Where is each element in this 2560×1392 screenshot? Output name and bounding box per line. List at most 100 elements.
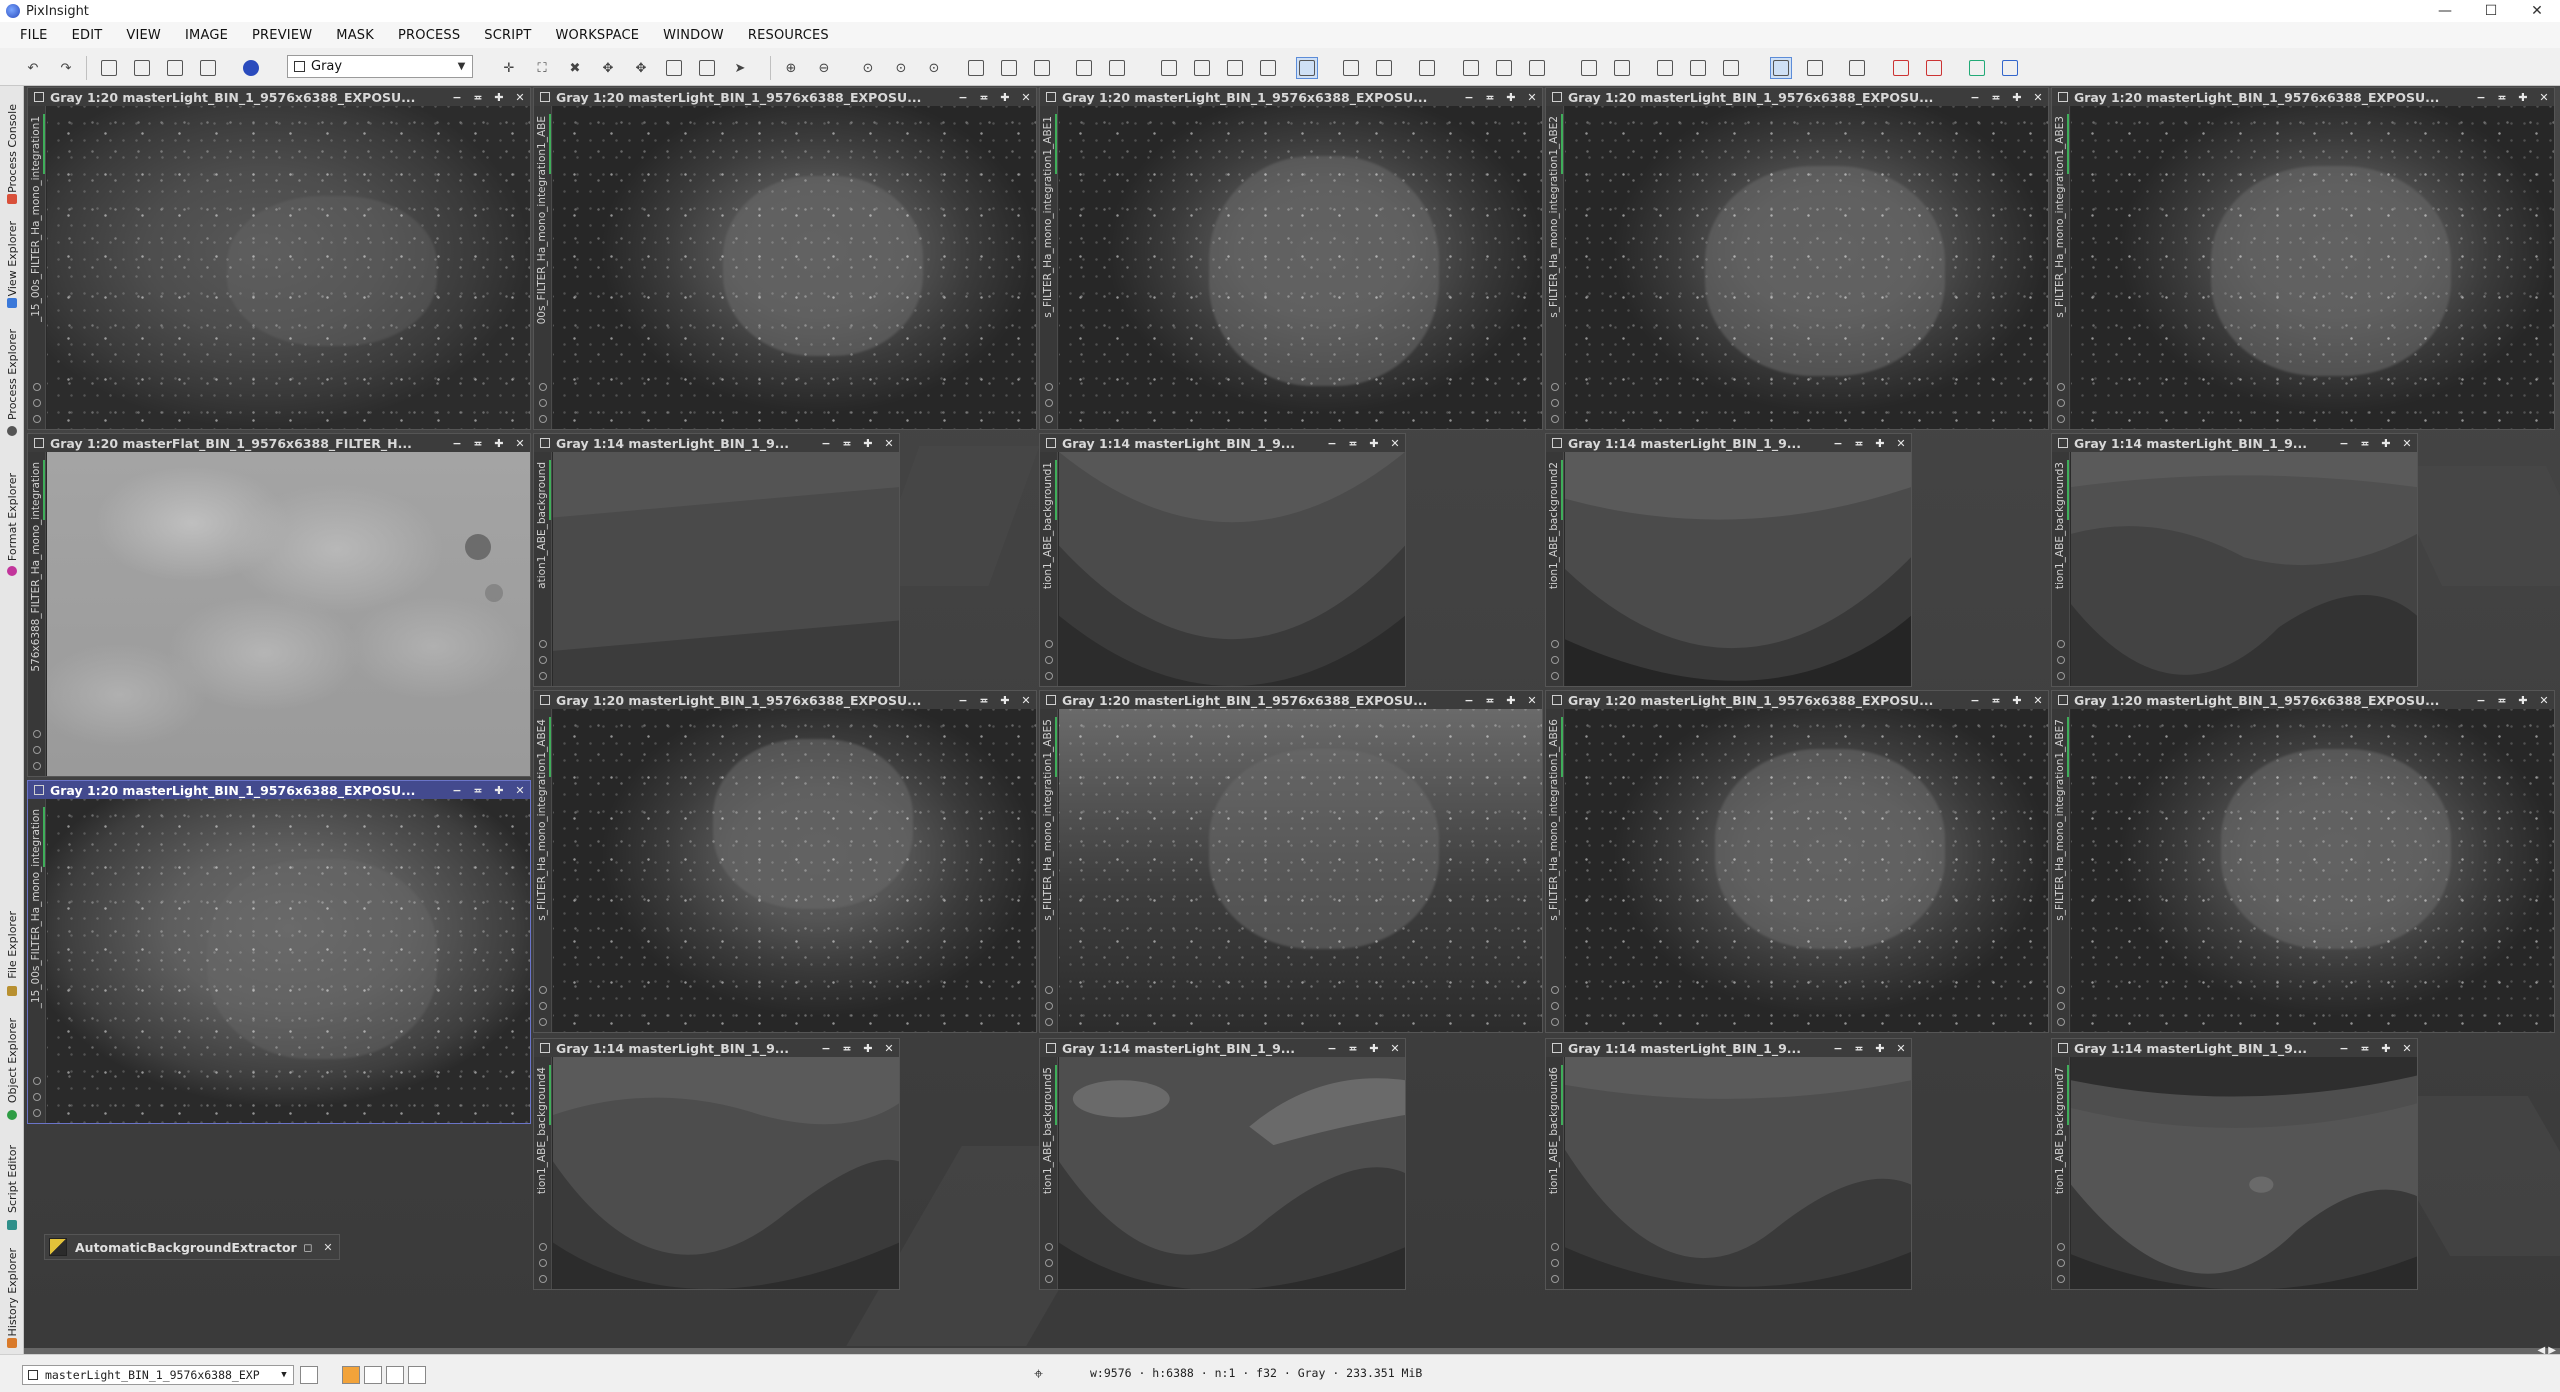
close-icon[interactable]: ✕ — [2032, 694, 2044, 707]
link-icon[interactable] — [1551, 1002, 1559, 1010]
shade-icon[interactable]: ≖ — [841, 437, 853, 450]
window-title-bar[interactable]: Gray 1:20 masterLight_BIN_1_9576x6388_EX… — [28, 88, 530, 106]
link-icon[interactable] — [1551, 399, 1559, 407]
mask-enable-icon[interactable] — [1158, 57, 1180, 79]
shade-icon[interactable]: ≖ — [1484, 694, 1496, 707]
minimize-icon[interactable]: − — [1326, 1042, 1338, 1055]
settings-icon[interactable] — [539, 415, 547, 423]
view-id-strip[interactable]: s_FILTER_Ha_mono_integration1_ABE5 — [1040, 709, 1058, 1032]
image-window[interactable]: Gray 1:20 masterLight_BIN_1_9576x6388_EX… — [1545, 690, 2049, 1033]
maximize-icon[interactable]: ✚ — [2011, 91, 2023, 104]
shade-icon[interactable]: ≖ — [978, 91, 990, 104]
image-window[interactable]: Gray 1:14 masterLight_BIN_1_9... − ≖ ✚ ✕ ti… — [2051, 1038, 2418, 1290]
window-title-bar[interactable]: Gray 1:14 masterLight_BIN_1_9... − ≖ ✚ ✕ — [534, 1039, 899, 1057]
settings-icon[interactable] — [2057, 1018, 2065, 1026]
settings-icon[interactable] — [2057, 672, 2065, 680]
view-id-strip[interactable]: s_FILTER_Ha_mono_integration1_ABE1 — [1040, 106, 1058, 429]
image-view[interactable] — [553, 106, 1036, 429]
image-view[interactable] — [2071, 106, 2554, 429]
view-id-strip[interactable]: tion1_ABE_background7 — [2052, 1057, 2070, 1289]
lock-icon[interactable] — [33, 1077, 41, 1085]
image-window[interactable]: Gray 1:14 masterLight_BIN_1_9... − ≖ ✚ ✕ ti… — [1039, 1038, 1406, 1290]
minimize-icon[interactable]: − — [820, 1042, 832, 1055]
close-icon[interactable]: ✕ — [2401, 437, 2413, 450]
menu-mask[interactable]: MASK — [324, 22, 386, 48]
settings-icon[interactable] — [1551, 415, 1559, 423]
view-id-strip[interactable]: ation1_ABE_background — [534, 452, 552, 686]
link-icon[interactable] — [1551, 656, 1559, 664]
view-id-strip[interactable]: _15_00s_FILTER_Ha_mono_integration — [28, 799, 46, 1123]
screen-transfer-function-icon[interactable] — [1296, 57, 1318, 79]
shade-icon[interactable]: ≖ — [2359, 1042, 2371, 1055]
shade-icon[interactable]: ≖ — [1484, 91, 1496, 104]
view-explorer-icon[interactable] — [1687, 57, 1709, 79]
tab-history-explorer[interactable]: History Explorer — [0, 1236, 24, 1348]
maximize-icon[interactable]: ✚ — [1368, 437, 1380, 450]
view-toggle-button[interactable] — [300, 1366, 318, 1384]
maximize-icon[interactable]: ✚ — [493, 91, 505, 104]
zoom-1-1-icon[interactable]: ⊙ — [857, 57, 879, 79]
window-title-bar[interactable]: Gray 1:14 masterLight_BIN_1_9... − ≖ ✚ ✕ — [1546, 434, 1911, 452]
fit-view-icon[interactable]: ⛶ — [531, 57, 553, 79]
tab-process-explorer[interactable]: Process Explorer — [0, 314, 24, 436]
shade-icon[interactable]: ≖ — [1853, 437, 1865, 450]
image-container-icon[interactable] — [1804, 57, 1826, 79]
image-view[interactable] — [47, 106, 530, 429]
view-id-strip[interactable]: 576x6388_FILTER_Ha_mono_integration — [28, 452, 46, 776]
lock-icon[interactable] — [33, 383, 41, 391]
settings-icon[interactable] — [33, 415, 41, 423]
window-title-bar[interactable]: Gray 1:20 masterLight_BIN_1_9576x6388_EX… — [1040, 691, 1542, 709]
image-window[interactable]: Gray 1:20 masterLight_BIN_1_9576x6388_EX… — [2051, 87, 2555, 430]
link-icon[interactable] — [33, 399, 41, 407]
shade-icon[interactable]: ≖ — [2496, 91, 2508, 104]
window-title-bar[interactable]: Gray 1:14 masterLight_BIN_1_9... − ≖ ✚ ✕ — [2052, 434, 2417, 452]
pointer-icon[interactable]: ➤ — [729, 57, 751, 79]
image-view[interactable] — [1059, 106, 1542, 429]
move-icon[interactable]: ✥ — [630, 57, 652, 79]
minimize-icon[interactable]: − — [1969, 694, 1981, 707]
blue-display-icon[interactable] — [1999, 57, 2021, 79]
new-preview-icon[interactable] — [663, 57, 685, 79]
shade-icon[interactable]: ≖ — [841, 1042, 853, 1055]
view-id-strip[interactable]: tion1_ABE_background4 — [534, 1057, 552, 1289]
link-icon[interactable] — [2057, 1002, 2065, 1010]
file-explorer-icon[interactable] — [1720, 57, 1742, 79]
lock-icon[interactable] — [2057, 640, 2065, 648]
lock-icon[interactable] — [1045, 986, 1053, 994]
image-window-active[interactable]: Gray 1:20 masterLight_BIN_1_9576x6388_EX… — [27, 780, 531, 1124]
minimize-icon[interactable]: − — [2475, 694, 2487, 707]
maximize-icon[interactable]: ✚ — [1505, 694, 1517, 707]
close-icon[interactable]: ✕ — [514, 784, 526, 797]
close-icon[interactable]: ✕ — [1895, 437, 1907, 450]
close-icon[interactable]: ✕ — [1020, 91, 1032, 104]
minimize-icon[interactable]: − — [1326, 437, 1338, 450]
close-icon[interactable]: ✕ — [1389, 1042, 1401, 1055]
new-image-icon[interactable] — [98, 57, 120, 79]
window-title-bar[interactable]: Gray 1:20 masterLight_BIN_1_9576x6388_EX… — [28, 781, 530, 799]
shade-icon[interactable]: ≖ — [2496, 694, 2508, 707]
window-title-bar[interactable]: Gray 1:14 masterLight_BIN_1_9... − ≖ ✚ ✕ — [1546, 1039, 1911, 1057]
undo-icon[interactable]: ↶ — [22, 57, 44, 79]
fit-window-icon[interactable] — [965, 57, 987, 79]
image-window[interactable]: Gray 1:14 masterLight_BIN_1_9... − ≖ ✚ ✕ ti… — [2051, 433, 2418, 687]
edit-preview-icon[interactable] — [696, 57, 718, 79]
image-view[interactable] — [553, 709, 1036, 1032]
image-window[interactable]: Gray 1:20 masterLight_BIN_1_9576x6388_EX… — [533, 690, 1037, 1033]
shade-icon[interactable]: ≖ — [1853, 1042, 1865, 1055]
close-icon[interactable]: ✕ — [1526, 91, 1538, 104]
link-icon[interactable] — [1045, 1259, 1053, 1267]
minimize-icon[interactable]: − — [2475, 91, 2487, 104]
maximize-icon[interactable]: ✚ — [2380, 437, 2392, 450]
lock-icon[interactable] — [1551, 986, 1559, 994]
lock-icon[interactable] — [539, 986, 547, 994]
view-id-strip[interactable]: s_FILTER_Ha_mono_integration1_ABE7 — [2052, 709, 2070, 1032]
window-title-bar[interactable]: Gray 1:14 masterLight_BIN_1_9... − ≖ ✚ ✕ — [2052, 1039, 2417, 1057]
window-title-bar[interactable]: Gray 1:14 masterLight_BIN_1_9... − ≖ ✚ ✕ — [534, 434, 899, 452]
settings-icon[interactable] — [1551, 672, 1559, 680]
shade-icon[interactable]: ≖ — [978, 694, 990, 707]
menu-edit[interactable]: EDIT — [60, 22, 115, 48]
maximize-icon[interactable]: ✚ — [862, 437, 874, 450]
settings-icon[interactable] — [539, 1018, 547, 1026]
view-id-strip[interactable]: s_FILTER_Ha_mono_integration1_ABE2 — [1546, 106, 1564, 429]
minimize-icon[interactable]: − — [820, 437, 832, 450]
